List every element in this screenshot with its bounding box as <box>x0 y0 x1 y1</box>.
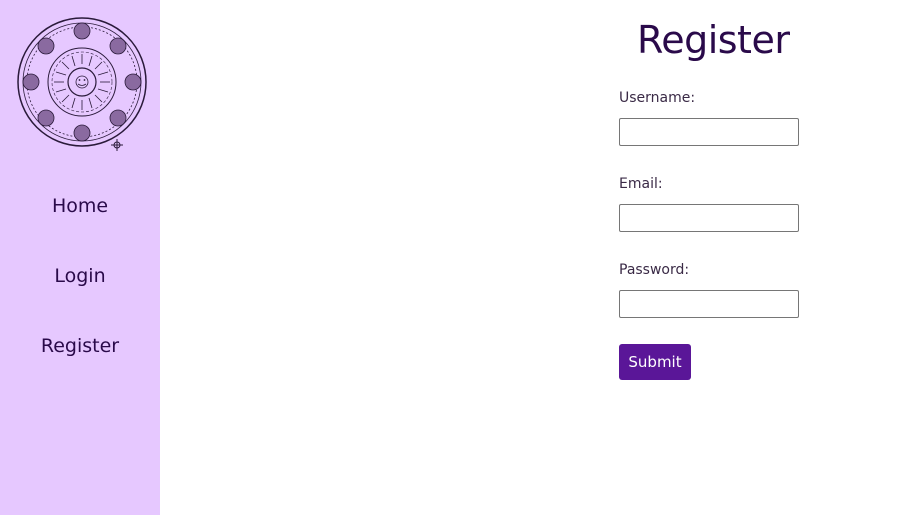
page-title: Register <box>637 18 790 62</box>
sidebar-item-home[interactable]: Home <box>0 195 160 217</box>
sidebar-item-login[interactable]: Login <box>0 265 160 287</box>
submit-button[interactable]: Submit <box>619 344 691 380</box>
username-label: Username: <box>619 90 696 106</box>
username-field[interactable] <box>619 118 799 146</box>
email-field[interactable] <box>619 204 799 232</box>
password-field[interactable] <box>619 290 799 318</box>
password-label: Password: <box>619 262 690 278</box>
email-label: Email: <box>619 176 663 192</box>
zodiac-sun-wheel-icon <box>14 14 154 154</box>
sidebar: Home Login Register <box>0 0 160 515</box>
register-page: Home Login Register Register Username: E… <box>0 0 918 515</box>
sidebar-item-register[interactable]: Register <box>0 335 160 357</box>
